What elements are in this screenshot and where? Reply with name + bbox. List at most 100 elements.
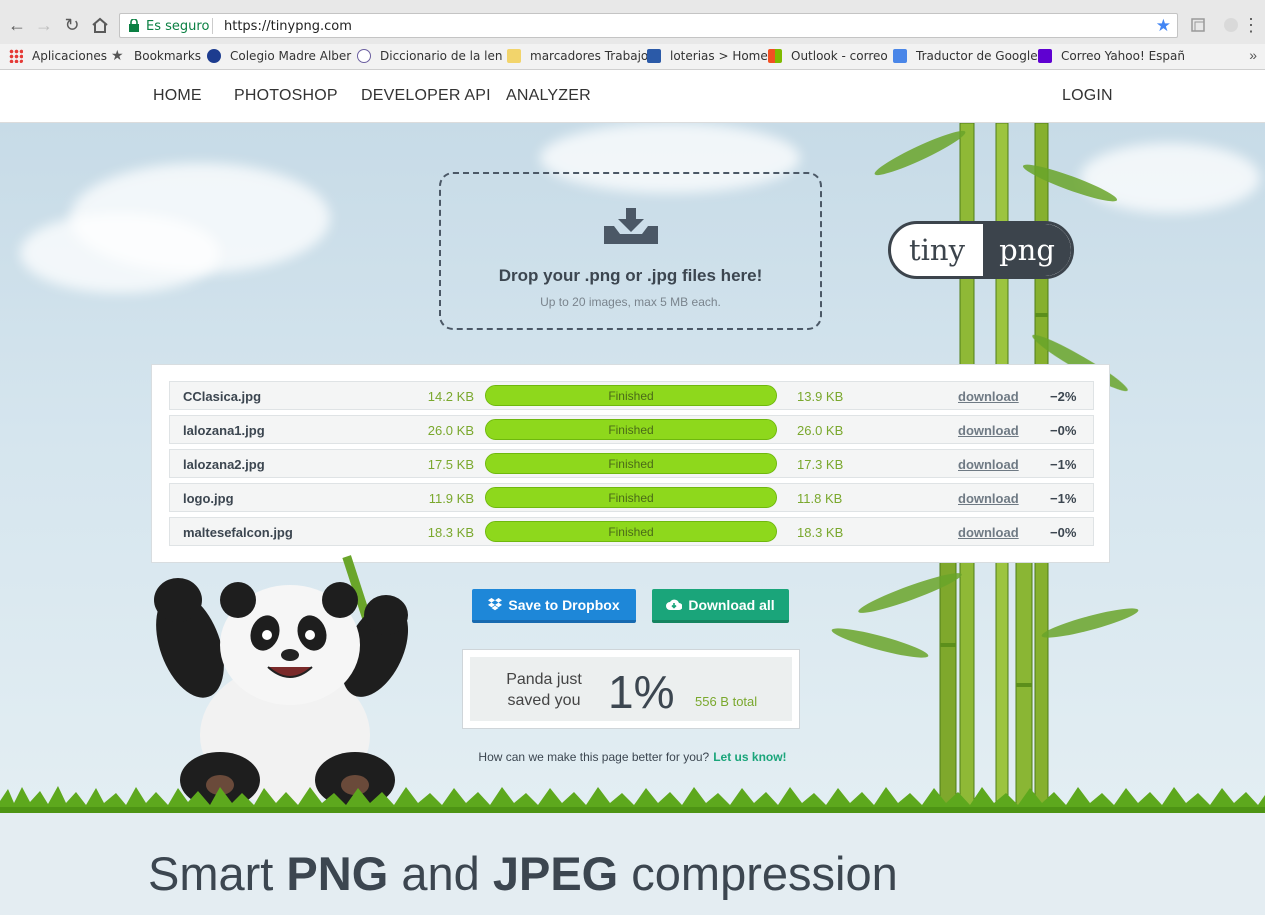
bookmark-label: Colegio Madre Alber (230, 49, 352, 63)
progress-bar: Finished (485, 487, 777, 508)
reload-icon[interactable]: ↻ (61, 14, 83, 36)
bookmark-label: Diccionario de la len (380, 49, 503, 63)
forward-icon[interactable]: → (33, 14, 55, 36)
bookmark-traductor[interactable]: Traductor de Google (893, 49, 1038, 63)
size-change: −0% (1050, 525, 1077, 540)
bookmark-star-icon[interactable]: ★ (1156, 16, 1171, 36)
bookmark-loterias[interactable]: loterias > Home (647, 49, 768, 63)
progress-status: Finished (608, 423, 654, 437)
feedback-link[interactable]: Let us know! (713, 750, 786, 764)
dropzone-subtitle: Up to 20 images, max 5 MB each. (540, 295, 721, 309)
back-icon[interactable]: ← (6, 14, 28, 36)
savings-text: Panda just saved you (494, 669, 594, 711)
folder-icon (507, 49, 521, 63)
extension-icon[interactable] (1190, 17, 1206, 33)
bookmark-yahoo[interactable]: Correo Yahoo! Españ (1038, 49, 1185, 63)
features-section: Smart PNG and JPEG compression (0, 813, 1265, 915)
tinypng-logo[interactable]: tiny png (888, 221, 1074, 279)
original-size: 26.0 KB (427, 423, 474, 438)
menu-icon[interactable]: ⋮ (1242, 14, 1260, 36)
bookmark-label: marcadores Trabajo (530, 49, 649, 63)
cloud (20, 213, 220, 293)
bookmarks-bar: Aplicaciones ★ Bookmarks Colegio Madre A… (0, 44, 1265, 70)
upload-dropzone[interactable]: Drop your .png or .jpg files here! Up to… (439, 172, 822, 330)
star-icon: ★ (111, 48, 124, 64)
progress-status: Finished (608, 389, 654, 403)
save-to-dropbox-button[interactable]: Save to Dropbox (472, 589, 636, 623)
results-panel: CClasica.jpg 14.2 KB Finished 13.9 KB do… (151, 364, 1110, 563)
file-row: CClasica.jpg 14.2 KB Finished 13.9 KB do… (169, 381, 1094, 410)
progress-bar: Finished (485, 385, 777, 406)
savings-box: Panda just saved you 1% 556 B total (470, 657, 792, 721)
bookmark-label: Traductor de Google (916, 49, 1038, 63)
download-link[interactable]: download (958, 389, 1019, 404)
file-row: lalozana2.jpg 17.5 KB Finished 17.3 KB d… (169, 449, 1094, 478)
grass-strip (0, 786, 1265, 813)
outlook-icon (768, 49, 782, 63)
bookmark-outlook[interactable]: Outlook - correo (768, 49, 888, 63)
original-size: 14.2 KB (427, 389, 474, 404)
nav-analyzer[interactable]: ANALYZER (506, 87, 591, 105)
heading-part: and (388, 847, 493, 900)
section-heading: Smart PNG and JPEG compression (148, 846, 898, 901)
savings-text-line2: saved you (507, 692, 581, 709)
bookmark-label: Outlook - correo (791, 49, 888, 63)
progress-status: Finished (608, 525, 654, 539)
nav-home[interactable]: HOME (153, 87, 202, 105)
bookmark-diccionario[interactable]: Diccionario de la len (357, 49, 502, 63)
apps-grid-icon (9, 49, 23, 63)
feedback-question: How can we make this page better for you… (478, 750, 710, 764)
dropbox-button-label: Save to Dropbox (508, 596, 620, 613)
heading-bold: JPEG (492, 847, 619, 900)
bookmark-marcadores[interactable]: marcadores Trabajo (507, 49, 648, 63)
home-icon[interactable] (89, 14, 111, 36)
download-link[interactable]: download (958, 525, 1019, 540)
yahoo-icon (1038, 49, 1052, 63)
file-row: maltesefalcon.jpg 18.3 KB Finished 18.3 … (169, 517, 1094, 546)
bookmark-bookmarks[interactable]: ★ Bookmarks (111, 49, 201, 63)
download-all-label: Download all (688, 596, 775, 613)
bookmark-colegio[interactable]: Colegio Madre Alber (207, 49, 351, 63)
hero-section: Drop your .png or .jpg files here! Up to… (0, 123, 1265, 813)
progress-status: Finished (608, 491, 654, 505)
compressed-size: 26.0 KB (797, 423, 844, 438)
bookmark-apps[interactable]: Aplicaciones (9, 49, 107, 63)
original-size: 17.5 KB (427, 457, 474, 472)
file-row: lalozana1.jpg 26.0 KB Finished 26.0 KB d… (169, 415, 1094, 444)
download-link[interactable]: download (958, 491, 1019, 506)
translate-icon (893, 49, 907, 63)
feedback-line: How can we make this page better for you… (0, 750, 1265, 764)
file-name: CClasica.jpg (183, 389, 262, 404)
address-divider (212, 18, 213, 34)
heading-bold: PNG (286, 847, 389, 900)
compressed-size: 11.8 KB (797, 491, 843, 506)
nav-photoshop[interactable]: PHOTOSHOP (234, 87, 338, 105)
panda-mascot (154, 555, 409, 805)
download-all-button[interactable]: Download all (652, 589, 789, 623)
download-link[interactable]: download (958, 457, 1019, 472)
size-change: −2% (1050, 389, 1077, 404)
size-change: −1% (1050, 491, 1077, 506)
bookmark-label: Aplicaciones (32, 49, 107, 63)
savings-text-line1: Panda just (506, 671, 582, 688)
savings-percent: 1% (608, 666, 675, 718)
more-bookmarks-icon[interactable]: » (1249, 47, 1257, 63)
file-name: lalozana1.jpg (183, 423, 265, 438)
dictionary-icon (357, 49, 371, 63)
school-icon (207, 49, 221, 63)
secure-label: Es seguro (146, 19, 210, 34)
file-name: logo.jpg (183, 491, 234, 506)
bookmark-label: Bookmarks (134, 49, 202, 63)
size-change: −0% (1050, 423, 1077, 438)
url-text[interactable]: https://tinypng.com (224, 19, 352, 34)
compressed-size: 17.3 KB (797, 457, 844, 472)
dropzone-title: Drop your .png or .jpg files here! (498, 266, 763, 285)
profile-icon[interactable] (1223, 17, 1239, 33)
compressed-size: 13.9 KB (797, 389, 844, 404)
nav-login[interactable]: LOGIN (1062, 87, 1113, 105)
download-link[interactable]: download (958, 423, 1019, 438)
bookmark-label: Correo Yahoo! Españ (1061, 49, 1186, 63)
download-tray-icon (604, 208, 658, 244)
nav-developer-api[interactable]: DEVELOPER API (361, 87, 491, 105)
address-bar[interactable]: Es seguro https://tinypng.com ★ (119, 13, 1178, 38)
